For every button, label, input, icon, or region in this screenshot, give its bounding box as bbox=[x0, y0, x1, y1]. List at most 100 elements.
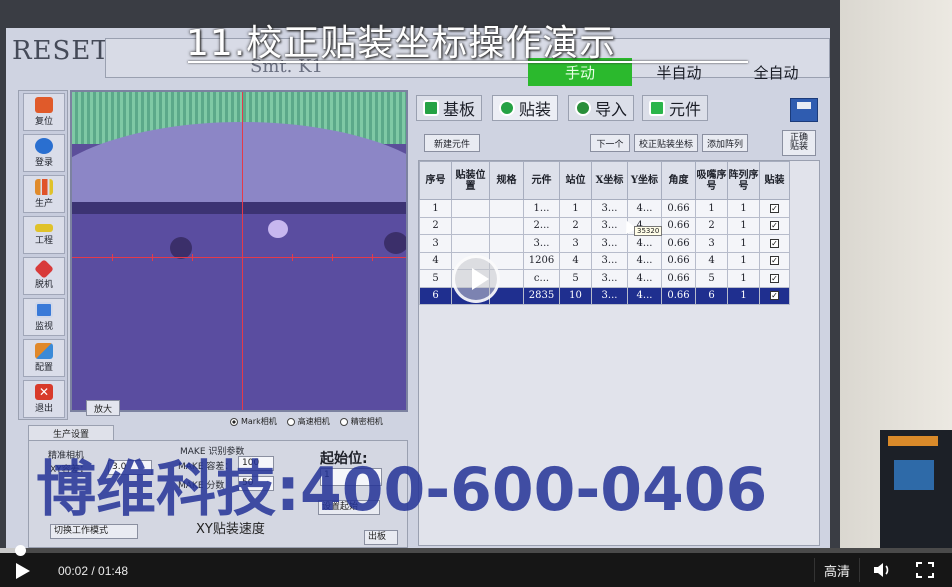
time-display: 00:02 / 01:48 bbox=[58, 564, 129, 578]
placement-tab-icon bbox=[499, 100, 515, 116]
column-header[interactable]: 规格 bbox=[489, 161, 524, 200]
tab-components[interactable]: 元件 bbox=[642, 95, 709, 121]
table-cell bbox=[489, 234, 524, 253]
exit-icon: ✕ bbox=[35, 384, 53, 400]
table-cell bbox=[489, 216, 524, 235]
radio-mark-camera[interactable]: Mark相机 bbox=[230, 416, 277, 427]
next-button[interactable]: 下一个 bbox=[590, 134, 630, 152]
column-header[interactable]: 阵列序号 bbox=[727, 161, 760, 200]
cell-tooltip: 35320 bbox=[634, 226, 663, 236]
table-cell: 3 bbox=[695, 234, 728, 253]
tab-import[interactable]: 导入 bbox=[568, 95, 635, 121]
table-cell: 6 bbox=[695, 286, 728, 305]
table-row[interactable]: 1 1... 1 3... 4... 0.66 1 1 ✓ bbox=[419, 199, 790, 218]
table-cell: 1206 bbox=[523, 251, 560, 270]
table-cell bbox=[451, 234, 490, 253]
column-header[interactable]: 站位 bbox=[559, 161, 592, 200]
camera-image-spot bbox=[268, 220, 288, 238]
placement-checkbox[interactable]: ✓ bbox=[759, 269, 790, 288]
table-cell: 5 bbox=[559, 269, 592, 288]
sidebar-item-label: 复位 bbox=[34, 117, 53, 127]
table-cell: 4 bbox=[695, 251, 728, 270]
add-array-button[interactable]: 添加阵列 bbox=[702, 134, 748, 152]
tab-placement[interactable]: 贴装 bbox=[492, 95, 559, 121]
table-cell: 0.66 bbox=[661, 251, 696, 270]
placement-checkbox[interactable]: ✓ bbox=[759, 216, 790, 235]
table-cell: c... bbox=[523, 269, 560, 288]
column-header[interactable]: 元件 bbox=[523, 161, 560, 200]
center-play-button[interactable] bbox=[452, 255, 500, 303]
table-cell: 2 bbox=[559, 216, 592, 235]
quality-button[interactable]: 高清 bbox=[814, 558, 860, 582]
radio-high-speed-camera[interactable]: 高速相机 bbox=[286, 416, 330, 427]
table-cell: 3 bbox=[559, 234, 592, 253]
sidebar-item-exit[interactable]: ✕ 退出 bbox=[23, 380, 65, 418]
progress-handle[interactable] bbox=[15, 545, 27, 556]
sidebar-item-monitor[interactable]: 监视 bbox=[23, 298, 65, 336]
table-cell: 1... bbox=[523, 199, 560, 218]
new-component-button[interactable]: 新建元件 bbox=[424, 134, 480, 152]
table-row[interactable]: 22...23...4...0.6621✓ bbox=[419, 216, 790, 235]
checkbox-icon: ✓ bbox=[770, 256, 779, 266]
table-cell: 4... bbox=[627, 199, 662, 218]
column-header[interactable]: 贴装位置 bbox=[451, 161, 490, 200]
column-header[interactable]: 角度 bbox=[661, 161, 696, 200]
reset-label[interactable]: RESET bbox=[12, 36, 110, 66]
column-header[interactable]: 贴装 bbox=[759, 161, 790, 200]
table-cell: 1 bbox=[559, 199, 592, 218]
sidebar-item-config[interactable]: 配置 bbox=[23, 339, 65, 377]
placement-checkbox[interactable]: ✓ bbox=[759, 251, 790, 270]
placement-checkbox[interactable]: ✓ bbox=[759, 286, 790, 305]
table-cell: 0.66 bbox=[661, 199, 696, 218]
fullscreen-icon[interactable] bbox=[916, 562, 934, 578]
column-header[interactable]: X坐标 bbox=[591, 161, 628, 200]
sidebar-item-offline[interactable]: 脱机 bbox=[23, 257, 65, 295]
volume-icon[interactable] bbox=[872, 562, 892, 578]
sidebar-item-engineering[interactable]: 工程 bbox=[23, 216, 65, 254]
table-cell: 2 bbox=[419, 216, 452, 235]
unload-board-button[interactable]: 出板 bbox=[364, 530, 398, 545]
table-cell: 6 bbox=[419, 286, 452, 305]
switch-mode-button[interactable]: 切换工作模式 bbox=[50, 524, 138, 539]
table-cell: 3... bbox=[591, 199, 628, 218]
column-header[interactable]: 吸嘴序号 bbox=[695, 161, 728, 200]
save-icon[interactable] bbox=[790, 98, 818, 122]
camera-view[interactable] bbox=[70, 90, 408, 412]
table-cell: 4 bbox=[419, 251, 452, 270]
column-header[interactable]: 序号 bbox=[419, 161, 452, 200]
add-components-icon bbox=[649, 100, 665, 116]
offline-icon bbox=[34, 259, 54, 279]
column-header[interactable]: Y坐标 bbox=[627, 161, 662, 200]
table-cell: 1 bbox=[727, 286, 760, 305]
sidebar-item-label: 登录 bbox=[34, 158, 53, 168]
login-icon bbox=[35, 138, 53, 154]
sidebar-item-production[interactable]: 生产 bbox=[23, 175, 65, 213]
calibrate-placement-button[interactable]: 校正贴装坐标 bbox=[634, 134, 698, 152]
monitor-icon bbox=[35, 302, 53, 318]
video-frame[interactable]: RESET Smt. K1 手动 半自动 全自动 复位 登录 生产 工程 脱机 … bbox=[0, 0, 952, 548]
radio-precision-camera[interactable]: 精密相机 bbox=[339, 416, 383, 427]
sidebar-item-reset[interactable]: 复位 bbox=[23, 93, 65, 131]
tab-production-settings[interactable]: 生产设置 bbox=[28, 425, 114, 441]
tab-label: 贴装 bbox=[519, 100, 552, 119]
play-icon[interactable] bbox=[16, 563, 30, 579]
table-cell: 4... bbox=[627, 286, 662, 305]
table-row[interactable]: 3 3... 3 3... 4... 0.66 3 1 ✓ bbox=[419, 234, 790, 253]
correct-placement-button[interactable]: 正确贴装 bbox=[782, 130, 816, 156]
production-chart-icon bbox=[35, 179, 53, 195]
zoom-button[interactable]: 放大 bbox=[86, 400, 120, 416]
sidebar-item-label: 工程 bbox=[34, 236, 53, 246]
background-shelf bbox=[880, 430, 952, 548]
tab-label: 基板 bbox=[443, 100, 476, 119]
placement-checkbox[interactable]: ✓ bbox=[759, 234, 790, 253]
tab-label: 导入 bbox=[595, 100, 628, 119]
progress-bar[interactable] bbox=[0, 545, 952, 556]
substrate-tab-icon bbox=[423, 100, 439, 116]
sidebar-item-login[interactable]: 登录 bbox=[23, 134, 65, 172]
engineering-icon bbox=[35, 224, 53, 232]
table-cell: 3... bbox=[523, 234, 560, 253]
radio-label: 高速相机 bbox=[297, 417, 330, 426]
import-tab-icon bbox=[575, 100, 591, 116]
tab-substrate[interactable]: 基板 bbox=[416, 95, 483, 121]
placement-checkbox[interactable]: ✓ bbox=[759, 199, 790, 218]
